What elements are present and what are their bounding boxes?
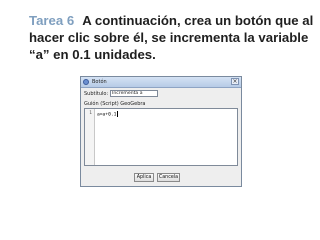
task-label: Tarea 6 [29,13,75,28]
line-number-gutter: 1 [85,109,95,165]
geogebra-icon [83,79,89,85]
dialog-title: Botón [92,79,107,85]
script-label: Guión (Script) GeoGebra [84,101,146,107]
button-dialog: Botón × Subtítulo: Incrementa a Guión (S… [80,76,242,187]
script-editor[interactable]: 1 a=a+0.1 [84,108,238,166]
close-button[interactable]: × [231,78,239,85]
apply-button[interactable]: Aplica [134,173,154,182]
code-text: a=a+0.1 [97,112,117,118]
text-caret [117,111,119,117]
dialog-titlebar[interactable]: Botón × [81,77,241,88]
close-icon: × [232,78,238,85]
instruction-heading: Tarea 6A continuación, crea un botón que… [29,12,317,63]
cancel-button[interactable]: Cancela [157,173,180,182]
subtitle-input[interactable]: Incrementa a [110,90,158,97]
code-line[interactable]: a=a+0.1 [97,111,119,118]
subtitle-label: Subtítulo: [84,91,109,97]
line-number: 1 [89,111,92,116]
